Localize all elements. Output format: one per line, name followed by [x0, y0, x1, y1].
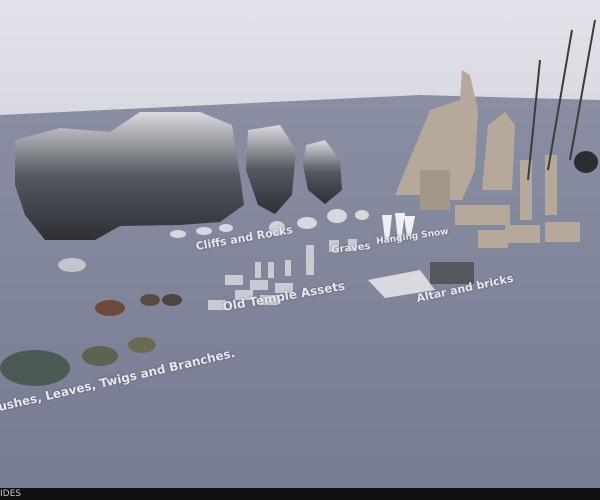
3d-viewport[interactable]: Cliffs and Rocks Graves Hanging Snow Old…: [0, 0, 600, 488]
sphere: [574, 151, 598, 173]
scene: [0, 0, 600, 488]
status-text: IDES: [0, 489, 21, 499]
status-bar: IDES: [0, 488, 600, 500]
